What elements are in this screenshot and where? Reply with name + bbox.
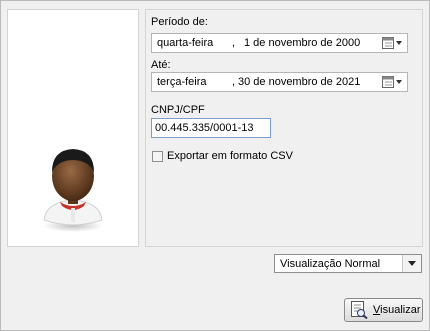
document-view-icon bbox=[351, 301, 368, 319]
cnpj-label: CNPJ/CPF bbox=[151, 104, 205, 116]
ate-separator: , bbox=[232, 76, 236, 88]
view-mode-select[interactable]: Visualização Normal bbox=[274, 254, 422, 273]
filter-panel: Período de: quarta-feira , 1 de novembro… bbox=[145, 9, 423, 247]
export-csv-label[interactable]: Exportar em formato CSV bbox=[167, 150, 293, 162]
calendar-dropdown-icon[interactable] bbox=[382, 76, 404, 89]
view-mode-selected: Visualização Normal bbox=[280, 258, 381, 270]
ate-label: Até: bbox=[151, 59, 171, 71]
periodo-date: 1 de novembro de 2000 bbox=[244, 37, 361, 49]
visualizar-label-rest: isualizar bbox=[380, 304, 421, 316]
periodo-separator: , bbox=[232, 37, 236, 49]
ate-weekday: terça-feira bbox=[157, 76, 207, 88]
periodo-label: Período de: bbox=[151, 16, 208, 28]
periodo-date-picker[interactable]: quarta-feira , 1 de novembro de 2000 bbox=[151, 33, 408, 53]
calendar-dropdown-icon[interactable] bbox=[382, 37, 404, 50]
visualizar-button[interactable]: Visualizar bbox=[344, 298, 423, 322]
visualizar-button-label: Visualizar bbox=[373, 304, 421, 316]
ate-date: 30 de novembro de 2021 bbox=[238, 76, 361, 88]
cnpj-input[interactable] bbox=[151, 118, 271, 138]
periodo-weekday: quarta-feira bbox=[157, 37, 214, 49]
ate-date-picker[interactable]: terça-feira , 30 de novembro de 2021 bbox=[151, 72, 408, 92]
export-csv-checkbox[interactable] bbox=[152, 151, 163, 162]
user-avatar-icon bbox=[43, 149, 103, 232]
chevron-down-icon[interactable] bbox=[402, 255, 421, 272]
avatar-panel bbox=[7, 9, 139, 247]
